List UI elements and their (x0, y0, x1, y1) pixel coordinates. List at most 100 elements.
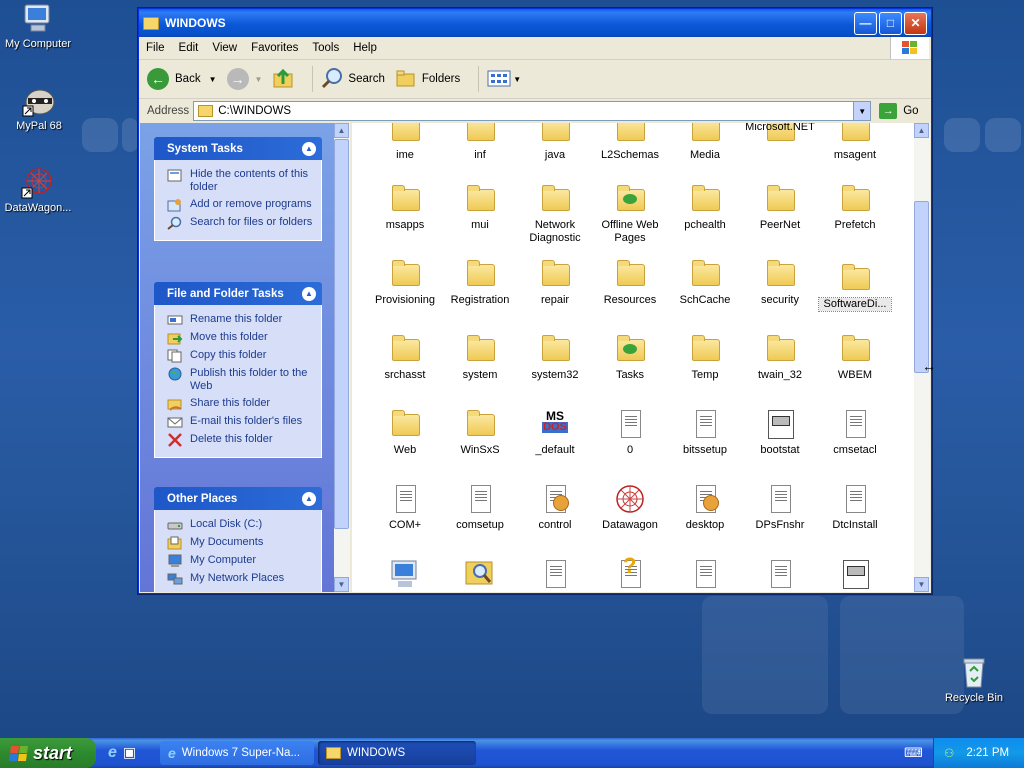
scroll-down-icon[interactable]: ▼ (334, 577, 349, 592)
start-button[interactable]: start (0, 738, 96, 768)
task-share-folder[interactable]: Share this folder (155, 395, 321, 413)
task-delete-folder[interactable]: Delete this folder (155, 431, 321, 449)
task-move-folder[interactable]: Move this folder (155, 329, 321, 347)
file-item[interactable]: SoftwareDi... (818, 262, 892, 312)
taskbar-task-browser[interactable]: e Windows 7 Super-Na... (160, 741, 314, 765)
file-item[interactable]: mui (444, 183, 516, 232)
internet-explorer-icon[interactable]: e (108, 744, 117, 762)
file-item[interactable]: comsetup (444, 483, 516, 532)
file-item[interactable]: system32 (519, 333, 591, 382)
file-item[interactable]: WBEM (819, 333, 891, 382)
task-publish-folder[interactable]: Publish this folder to the Web (155, 365, 321, 395)
task-rename-folder[interactable]: Rename this folder (155, 311, 321, 329)
file-item[interactable]: bootstat (744, 408, 816, 457)
close-button[interactable]: ✕ (904, 11, 927, 35)
file-item[interactable] (444, 558, 516, 592)
minimize-button[interactable]: — (854, 11, 877, 35)
task-search-files[interactable]: Search for files or folders (155, 214, 321, 232)
title-bar[interactable]: WINDOWS — □ ✕ (139, 9, 931, 37)
file-item[interactable]: twain_32 (744, 333, 816, 382)
place-my-computer[interactable]: My Computer (155, 552, 321, 570)
views-button[interactable]: ▼ (487, 69, 521, 90)
file-item[interactable]: ime (369, 123, 441, 162)
file-item[interactable]: java (519, 123, 591, 162)
forward-button[interactable]: → ▼ (226, 68, 263, 90)
file-item[interactable]: repair (519, 258, 591, 307)
desktop-icon-recycle-bin[interactable]: Recycle Bin (934, 656, 1014, 704)
folders-button[interactable]: Folders (395, 67, 460, 92)
file-folder-tasks-header[interactable]: File and Folder Tasks ▲ (154, 282, 322, 305)
scroll-thumb[interactable] (334, 139, 349, 529)
file-item[interactable]: desktop (669, 483, 741, 532)
maximize-button[interactable]: □ (879, 11, 902, 35)
scroll-up-icon[interactable]: ▲ (334, 123, 349, 138)
desktop-icon-datawagon[interactable]: DataWagon... (0, 166, 78, 214)
collapse-icon[interactable]: ▲ (302, 491, 316, 506)
scroll-down-icon[interactable]: ▼ (914, 577, 929, 592)
file-item[interactable]: srchasst (369, 333, 441, 382)
file-item[interactable]: Tasks (594, 333, 666, 382)
file-item[interactable]: Provisioning (369, 258, 441, 307)
file-item[interactable]: Network Diagnostic (519, 183, 591, 245)
menu-file[interactable]: File (139, 42, 172, 54)
file-item[interactable]: bitssetup (669, 408, 741, 457)
place-my-network-places[interactable]: My Network Places (155, 570, 321, 588)
file-item[interactable]: ? (594, 555, 666, 592)
file-item[interactable]: Prefetch (819, 183, 891, 232)
collapse-icon[interactable]: ▲ (302, 141, 316, 156)
file-item[interactable]: Media (669, 123, 741, 162)
chevron-down-icon[interactable]: ▼ (255, 75, 263, 84)
file-item[interactable] (819, 558, 891, 592)
task-hide-contents[interactable]: Hide the contents of this folder (155, 166, 321, 196)
menu-tools[interactable]: Tools (305, 42, 346, 54)
back-button[interactable]: ← Back ▼ (147, 68, 217, 90)
up-folder-button[interactable] (272, 67, 294, 92)
address-dropdown-icon[interactable]: ▼ (853, 102, 871, 120)
file-item[interactable]: L2Schemas (594, 123, 666, 162)
file-item[interactable] (744, 558, 816, 592)
file-item[interactable]: msagent (819, 123, 891, 162)
file-list-view[interactable]: ime inf java L2Schemas Media Microsoft.NET msa… (352, 123, 914, 592)
network-icon[interactable]: ⚇ (944, 746, 954, 760)
address-input[interactable]: C:\WINDOWS ▼ (193, 101, 872, 121)
file-item[interactable]: Microsoft.NET (744, 123, 816, 149)
file-item[interactable]: Web (369, 408, 441, 457)
file-item[interactable]: SchCache (669, 258, 741, 307)
task-copy-folder[interactable]: Copy this folder (155, 347, 321, 365)
menu-edit[interactable]: Edit (172, 42, 206, 54)
clock[interactable]: 2:21 PM (966, 747, 1009, 759)
file-item[interactable]: control (519, 483, 591, 532)
file-item[interactable]: security (744, 258, 816, 307)
place-my-documents[interactable]: My Documents (155, 534, 321, 552)
task-email-files[interactable]: E-mail this folder's files (155, 413, 321, 431)
collapse-icon[interactable]: ▲ (302, 286, 316, 301)
file-item[interactable]: MS DOS _default (519, 408, 591, 457)
file-item[interactable]: pchealth (669, 183, 741, 232)
file-item[interactable]: Registration (444, 258, 516, 307)
file-item[interactable] (669, 558, 741, 592)
file-item[interactable]: WinSxS (444, 408, 516, 457)
file-item[interactable]: Datawagon (594, 483, 666, 532)
chevron-down-icon[interactable]: ▼ (209, 75, 217, 84)
file-item[interactable]: Resources (594, 258, 666, 307)
file-item[interactable]: cmsetacl (819, 408, 891, 457)
menu-favorites[interactable]: Favorites (244, 42, 305, 54)
file-item[interactable]: COM+ (369, 483, 441, 532)
menu-view[interactable]: View (205, 42, 244, 54)
file-item[interactable]: PeerNet (744, 183, 816, 232)
system-tasks-header[interactable]: System Tasks ▲ (154, 137, 322, 160)
scroll-thumb[interactable] (914, 201, 929, 373)
explorer-window[interactable]: WINDOWS — □ ✕ File Edit View Favorites T… (138, 8, 932, 594)
menu-help[interactable]: Help (346, 42, 384, 54)
keyboard-icon[interactable]: ⌨ (904, 745, 923, 761)
taskbar-task-windows-folder[interactable]: WINDOWS (318, 741, 476, 765)
desktop-icon-mypal[interactable]: MyPal 68 (0, 84, 79, 132)
file-item[interactable]: msapps (369, 183, 441, 232)
file-item[interactable]: 0 (594, 408, 666, 457)
file-item[interactable] (519, 558, 591, 592)
file-item[interactable]: inf (444, 123, 516, 162)
file-item[interactable] (369, 558, 441, 592)
other-places-header[interactable]: Other Places ▲ (154, 487, 322, 510)
task-add-remove-programs[interactable]: Add or remove programs (155, 196, 321, 214)
scroll-up-icon[interactable]: ▲ (914, 123, 929, 138)
